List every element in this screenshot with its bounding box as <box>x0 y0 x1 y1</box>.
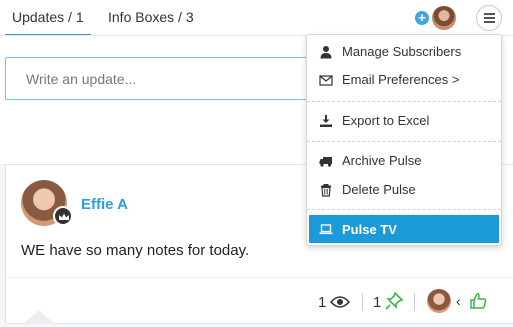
menu-item-label: Delete Pulse <box>342 182 416 197</box>
user-icon <box>320 46 332 59</box>
menu-item-export-excel[interactable]: Export to Excel <box>307 108 501 134</box>
menu-item-delete-pulse[interactable]: Delete Pulse <box>307 177 501 203</box>
download-icon <box>320 115 332 127</box>
eye-icon[interactable] <box>330 295 350 309</box>
pin-count: 1 <box>373 294 382 311</box>
card-footer-divider <box>6 277 513 278</box>
thumbs-up-icon[interactable] <box>469 292 487 310</box>
menu-divider <box>307 101 501 102</box>
tab-updates[interactable]: Updates / 1 <box>12 9 84 25</box>
menu-item-email-preferences[interactable]: Email Preferences > <box>307 67 501 93</box>
likers-chevron[interactable]: ‹ <box>456 293 461 309</box>
truck-icon <box>319 157 332 167</box>
menu-item-label: Archive Pulse <box>342 153 422 168</box>
card-pointer-caret <box>23 310 55 324</box>
app-root: Updates / 1 Info Boxes / 3 + Write an up… <box>0 0 513 327</box>
pulse-options-menu: Manage Subscribers Email Preferences > E… <box>306 34 502 246</box>
liker-avatar[interactable] <box>427 289 451 313</box>
view-count: 1 <box>318 294 327 311</box>
laptop-icon <box>319 224 333 235</box>
footer-separator <box>414 293 415 311</box>
menu-item-label: Email Preferences > <box>342 72 460 87</box>
envelope-icon <box>319 75 333 86</box>
menu-item-manage-subscribers[interactable]: Manage Subscribers <box>307 39 501 65</box>
menu-item-archive-pulse[interactable]: Archive Pulse <box>307 148 501 174</box>
crown-icon <box>53 206 73 226</box>
trash-icon <box>321 184 331 197</box>
menu-item-label: Manage Subscribers <box>342 44 462 59</box>
tab-bar: Updates / 1 Info Boxes / 3 + <box>0 0 513 36</box>
update-input[interactable]: Write an update... <box>5 57 335 100</box>
post-body-text: WE have so many notes for today. <box>21 242 250 259</box>
pin-icon[interactable] <box>385 292 403 310</box>
add-subscriber-icon[interactable]: + <box>415 11 429 25</box>
update-input-placeholder: Write an update... <box>26 71 137 87</box>
menu-divider <box>307 141 501 142</box>
menu-button[interactable] <box>476 5 502 31</box>
menu-item-pulse-tv[interactable]: Pulse TV <box>309 215 499 243</box>
menu-item-label: Pulse TV <box>342 222 397 237</box>
menu-item-label: Export to Excel <box>342 113 430 128</box>
footer-separator <box>362 293 363 311</box>
subscriber-avatar[interactable] <box>431 5 457 31</box>
post-author-name[interactable]: Effie A <box>81 196 128 213</box>
tab-info-boxes[interactable]: Info Boxes / 3 <box>108 9 194 25</box>
menu-divider <box>307 209 501 210</box>
